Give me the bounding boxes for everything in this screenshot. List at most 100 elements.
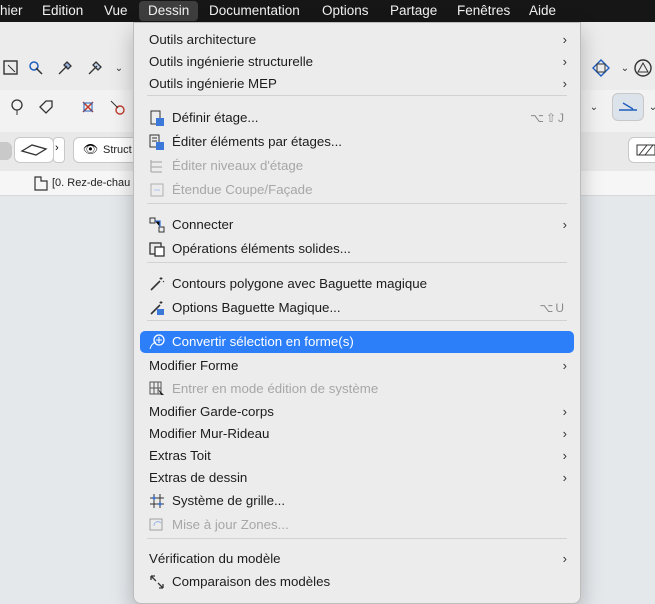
menu-item-label: Outils architecture [149,32,257,47]
structure-label: Struct [103,144,132,156]
layer-toggle[interactable] [0,142,12,160]
menu-edition[interactable]: Edition [42,2,83,20]
menu-separator [147,320,567,321]
menu-item-18[interactable]: Système de grille... [134,490,580,512]
syringe-icon[interactable] [84,57,106,79]
menu-item-label: Convertir sélection en forme(s) [172,334,354,349]
menu-item-label: Modifier Garde-corps [149,404,274,419]
section-extent-icon [148,181,166,199]
chevron-down-icon[interactable]: ⌄ [108,57,130,79]
menu-separator [147,538,567,539]
floor-plan-button[interactable] [14,137,54,163]
shape-tool-icon[interactable] [590,57,612,79]
chevron-right-icon: › [562,448,567,463]
menu-separator [147,95,567,96]
menu-item-3[interactable]: Définir étage... ⌥⇧J [134,107,580,129]
menu-aide[interactable]: Aide [529,2,556,20]
menu-item-label: Vérification du modèle [149,551,281,566]
menu-item-label: Comparaison des modèles [172,574,331,589]
delta-circle-icon[interactable] [632,57,654,79]
menu-options[interactable]: Options [322,2,369,20]
menu-item-label: Définir étage... [172,110,259,125]
system-edit-icon [148,380,166,398]
menu-item-13: Entrer en mode édition de système [134,378,580,400]
menu-item-12[interactable]: Modifier Forme › [134,355,580,377]
connect-icon [148,216,166,234]
menu-item-label: Opérations éléments solides... [172,241,351,256]
menu-item-4[interactable]: Éditer éléments par étages... [134,131,580,153]
menu-item-16[interactable]: Extras Toit › [134,445,580,467]
menu-item-label: Contours polygone avec Baguette magique [172,276,428,291]
menu-item-15[interactable]: Modifier Mur-Rideau › [134,423,580,445]
solid-operations-icon [148,240,166,258]
update-zones-icon [148,516,166,534]
menu-item-19: Mise à jour Zones... [134,514,580,536]
menu-item-label: Options Baguette Magique... [172,300,341,315]
chevron-right-icon: › [562,470,567,485]
model-compare-icon [148,573,166,591]
edit-elements-stories-icon [148,133,166,151]
magic-wand-options-icon [148,299,166,317]
magic-wand-icon [148,275,166,293]
eyedropper-icon[interactable] [54,57,76,79]
menu-item-label: Modifier Mur-Rideau [149,426,270,441]
menu-item-0[interactable]: Outils architecture › [134,29,580,51]
chevron-right-icon[interactable]: › [53,137,65,163]
menu-item-2[interactable]: Outils ingénierie MEP › [134,73,580,95]
hatch-button[interactable] [628,137,655,163]
menu-documentation[interactable]: Documentation [209,2,300,20]
dessin-dropdown-menu: Outils architecture › Outils ingénierie st… [133,22,581,604]
menu-item-17[interactable]: Extras de dessin › [134,467,580,489]
menu-separator [147,262,567,263]
story-tab-label[interactable]: [0. Rez-de-chau [52,177,130,189]
chevron-right-icon: › [562,358,567,373]
chevron-right-icon: › [562,32,567,47]
tag-icon[interactable] [35,96,57,118]
chevron-right-icon: › [562,76,567,91]
eye-icon: 👁 [83,142,99,156]
menu-item-5: Éditer niveaux d'étage [134,155,580,177]
chevron-down-icon[interactable]: ⌄ [583,96,605,118]
menu-separator [147,203,567,204]
shortcut-label: ⌥⇧J [530,111,566,125]
menu-item-11[interactable]: Convertir sélection en forme(s) [140,331,574,353]
menu-item-label: Extras Toit [149,448,211,463]
menu-item-label: Modifier Forme [149,358,239,373]
floor-plan-tab-icon [30,172,52,194]
menu-item-21[interactable]: Comparaison des modèles [134,571,580,593]
menu-item-10[interactable]: Options Baguette Magique... ⌥U [134,297,580,319]
menu-item-9[interactable]: Contours polygone avec Baguette magique [134,273,580,295]
menu-item-label: Connecter [172,217,234,232]
menu-item-label: Outils ingénierie structurelle [149,54,314,69]
menu-item-14[interactable]: Modifier Garde-corps › [134,401,580,423]
menu-fichier[interactable]: hier [0,2,23,20]
menu-item-20[interactable]: Vérification du modèle › [134,548,580,570]
menu-item-label: Outils ingénierie MEP [149,76,277,91]
chevron-down-icon[interactable]: ⌄ [642,96,655,118]
define-story-icon [148,109,166,127]
chevron-right-icon: › [562,54,567,69]
dimension-tool-button[interactable] [612,93,644,121]
menubar: hier Edition Vue Dessin Documentation Op… [0,0,655,22]
tree-icon[interactable] [6,96,28,118]
chevron-right-icon: › [562,404,567,419]
parameter-icon[interactable] [77,96,99,118]
menu-item-label: Système de grille... [172,493,286,508]
menu-vue[interactable]: Vue [104,2,128,20]
menu-item-1[interactable]: Outils ingénierie structurelle › [134,51,580,73]
menu-item-label: Éditer niveaux d'étage [172,158,304,173]
pick-tool-icon[interactable] [25,57,47,79]
menu-dessin[interactable]: Dessin [139,1,199,21]
menu-item-label: Mise à jour Zones... [172,517,289,532]
menu-item-label: Étendue Coupe/Façade [172,182,313,197]
menu-item-6: Étendue Coupe/Façade [134,179,580,201]
grid-system-icon [148,492,166,510]
select-tool-icon[interactable] [0,57,22,79]
transfer-icon[interactable] [106,96,128,118]
menu-fenetres[interactable]: Fenêtres [457,2,510,20]
menu-item-label: Extras de dessin [149,470,248,485]
menu-partage[interactable]: Partage [390,2,437,20]
menu-item-8[interactable]: Opérations éléments solides... [134,238,580,260]
menu-item-7[interactable]: Connecter › [134,214,580,236]
edit-story-levels-icon [148,157,166,175]
